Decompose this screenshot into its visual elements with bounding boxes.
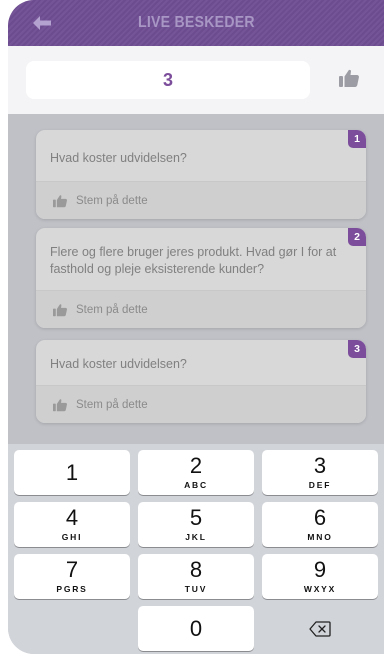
key-5[interactable]: 5 JKL bbox=[138, 502, 254, 547]
delete-key[interactable] bbox=[262, 606, 378, 651]
message-number-badge: 2 bbox=[348, 228, 366, 246]
thumbs-up-icon bbox=[53, 398, 67, 411]
key-digit: 0 bbox=[189, 615, 203, 641]
key-letters: MNO bbox=[307, 532, 333, 542]
key-0[interactable]: 0 bbox=[138, 606, 254, 651]
thumbs-up-icon bbox=[53, 194, 67, 207]
message-card: Flere og flere bruger jeres produkt. Hva… bbox=[36, 228, 366, 328]
key-digit: 6 bbox=[313, 505, 327, 530]
key-letters: DEF bbox=[308, 480, 332, 490]
thumbs-up-icon bbox=[53, 303, 67, 316]
key-digit: 7 bbox=[65, 557, 79, 582]
vote-label: Stem på dette bbox=[76, 303, 148, 316]
key-letters: PGRS bbox=[56, 584, 88, 594]
arrow-left-icon bbox=[33, 16, 51, 30]
vote-button[interactable]: Stem på dette bbox=[36, 181, 366, 219]
key-empty bbox=[14, 606, 130, 651]
backspace-icon bbox=[309, 620, 331, 637]
key-letters: WXYX bbox=[303, 584, 337, 594]
key-digit: 2 bbox=[189, 453, 203, 478]
key-letters: TUV bbox=[184, 584, 208, 594]
message-card: Hvad koster udvidelsen? Stem på dette 1 bbox=[36, 130, 366, 219]
vote-button[interactable]: Stem på dette bbox=[36, 385, 366, 423]
message-number-field[interactable]: 3 bbox=[26, 61, 310, 99]
message-number-badge: 3 bbox=[348, 340, 366, 358]
message-text: Hvad koster udvidelsen? bbox=[50, 151, 187, 165]
message-number-badge: 1 bbox=[348, 130, 366, 148]
key-6[interactable]: 6 MNO bbox=[262, 502, 378, 547]
key-letters: GHI bbox=[61, 532, 83, 542]
back-button[interactable] bbox=[30, 12, 54, 34]
message-card: Hvad koster udvidelsen? Stem på dette 3 bbox=[36, 340, 366, 423]
input-area: 3 bbox=[8, 46, 384, 114]
key-3[interactable]: 3 DEF bbox=[262, 450, 378, 495]
vote-label: Stem på dette bbox=[76, 398, 148, 411]
key-letters: JKL bbox=[185, 532, 207, 542]
key-8[interactable]: 8 TUV bbox=[138, 554, 254, 599]
numeric-keypad: 1 2 ABC 3 DEF 4 GHI 5 JKL 6 MNO 7 PGRS 8… bbox=[8, 444, 384, 654]
key-digit: 8 bbox=[189, 557, 203, 582]
vote-label: Stem på dette bbox=[76, 194, 148, 207]
key-4[interactable]: 4 GHI bbox=[14, 502, 130, 547]
key-digit: 4 bbox=[65, 505, 79, 530]
vote-button[interactable]: Stem på dette bbox=[36, 290, 366, 328]
key-digit: 3 bbox=[313, 453, 327, 478]
key-2[interactable]: 2 ABC bbox=[138, 450, 254, 495]
key-digit: 1 bbox=[65, 459, 79, 485]
key-9[interactable]: 9 WXYX bbox=[262, 554, 378, 599]
message-text: Hvad koster udvidelsen? bbox=[50, 357, 187, 371]
messages-list: Hvad koster udvidelsen? Stem på dette 1 … bbox=[8, 114, 384, 444]
key-digit: 5 bbox=[189, 505, 203, 530]
thumbs-up-icon bbox=[339, 69, 359, 87]
key-7[interactable]: 7 PGRS bbox=[14, 554, 130, 599]
key-digit: 9 bbox=[313, 557, 327, 582]
key-1[interactable]: 1 bbox=[14, 450, 130, 495]
like-button[interactable] bbox=[338, 68, 362, 92]
header-bar: LIVE BESKEDER bbox=[8, 0, 384, 46]
phone-screen: LIVE BESKEDER 3 Hvad koster udvidelsen? … bbox=[8, 0, 384, 654]
message-text: Flere og flere bruger jeres produkt. Hva… bbox=[50, 245, 337, 276]
key-letters: ABC bbox=[184, 480, 208, 490]
page-title: LIVE BESKEDER bbox=[137, 14, 255, 31]
